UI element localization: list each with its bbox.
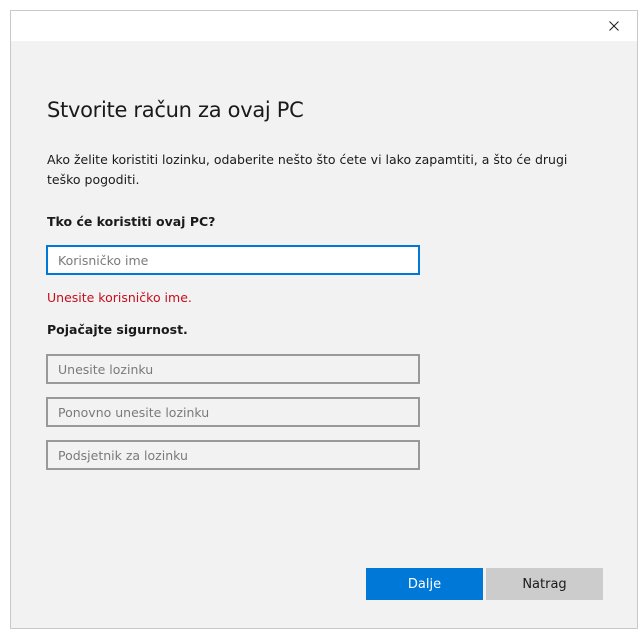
close-button[interactable]	[591, 11, 637, 41]
dialog-description: Ako želite koristiti lozinku, odaberite …	[47, 152, 568, 187]
screen: Stvorite račun za ovaj PC Ako želite kor…	[0, 0, 639, 630]
create-account-dialog: Stvorite račun za ovaj PC Ako želite kor…	[10, 10, 638, 629]
repeat-password-input[interactable]	[46, 397, 420, 427]
next-button[interactable]: Dalje	[366, 568, 483, 600]
password-input[interactable]	[46, 354, 420, 384]
title-bar	[11, 11, 637, 41]
who-section-label: Tko će koristiti ovaj PC?	[47, 214, 216, 229]
back-button[interactable]: Natrag	[486, 568, 603, 600]
close-icon	[609, 21, 619, 31]
dialog-heading: Stvorite račun za ovaj PC	[47, 98, 304, 122]
security-section-label: Pojačajte sigurnost.	[47, 322, 188, 337]
username-input[interactable]	[46, 245, 420, 275]
password-hint-input[interactable]	[46, 440, 420, 470]
username-error-message: Unesite korisničko ime.	[47, 290, 192, 305]
